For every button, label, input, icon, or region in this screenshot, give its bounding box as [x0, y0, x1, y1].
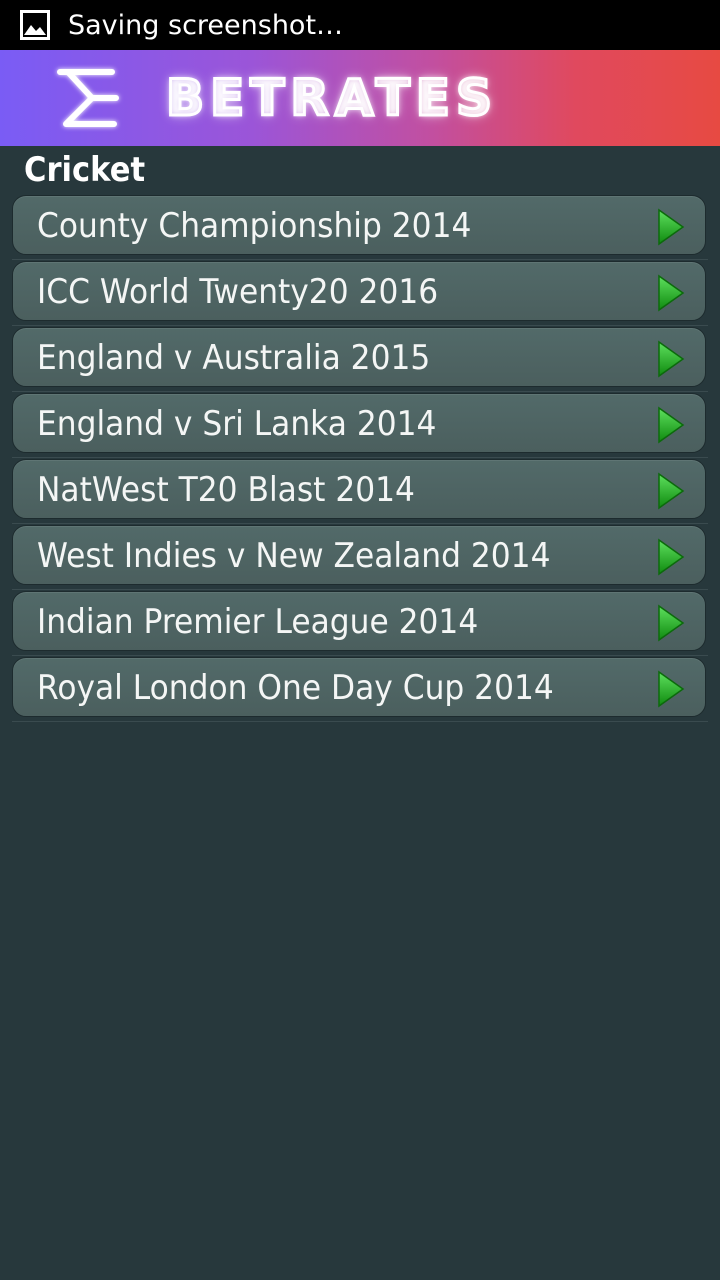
list-row: County Championship 2014	[12, 194, 708, 260]
app-title: BETRATES	[165, 69, 498, 127]
list-row: ICC World Twenty20 2016	[12, 260, 708, 326]
competition-item-county-championship[interactable]: County Championship 2014	[12, 195, 706, 255]
green-arrow-right-icon	[657, 670, 685, 708]
competition-item-west-indies-v-new-zealand[interactable]: West Indies v New Zealand 2014	[12, 525, 706, 585]
competition-item-royal-london-one-day-cup[interactable]: Royal London One Day Cup 2014	[12, 657, 706, 717]
app-banner: BETRATES	[0, 50, 720, 146]
competition-item-indian-premier-league[interactable]: Indian Premier League 2014	[12, 591, 706, 651]
green-arrow-right-icon	[657, 472, 685, 510]
list-row: Royal London One Day Cup 2014	[12, 656, 708, 722]
competition-item-england-v-sri-lanka[interactable]: England v Sri Lanka 2014	[12, 393, 706, 453]
competition-label: County Championship 2014	[37, 206, 472, 246]
competition-item-natwest-t20-blast[interactable]: NatWest T20 Blast 2014	[12, 459, 706, 519]
green-arrow-right-icon	[657, 406, 685, 444]
green-arrow-right-icon	[657, 538, 685, 576]
image-icon	[20, 10, 50, 40]
list-row: England v Sri Lanka 2014	[12, 392, 708, 458]
green-arrow-right-icon	[657, 208, 685, 246]
competition-label: NatWest T20 Blast 2014	[37, 470, 415, 510]
competition-label: Royal London One Day Cup 2014	[37, 668, 554, 708]
list-row: NatWest T20 Blast 2014	[12, 458, 708, 524]
competition-label: ICC World Twenty20 2016	[37, 272, 439, 312]
section-title: Cricket	[24, 150, 146, 190]
competition-item-icc-world-twenty20[interactable]: ICC World Twenty20 2016	[12, 261, 706, 321]
green-arrow-right-icon	[657, 340, 685, 378]
status-text: Saving screenshot…	[68, 9, 344, 41]
competition-label: England v Australia 2015	[37, 338, 431, 378]
green-arrow-right-icon	[657, 604, 685, 642]
list-row: West Indies v New Zealand 2014	[12, 524, 708, 590]
list-row: England v Australia 2015	[12, 326, 708, 392]
competition-list: County Championship 2014 ICC World Twent…	[12, 194, 708, 722]
competition-label: West Indies v New Zealand 2014	[37, 536, 551, 576]
list-row: Indian Premier League 2014	[12, 590, 708, 656]
competition-label: Indian Premier League 2014	[37, 602, 479, 642]
competition-item-england-v-australia[interactable]: England v Australia 2015	[12, 327, 706, 387]
green-arrow-right-icon	[657, 274, 685, 312]
status-bar: Saving screenshot…	[0, 0, 720, 50]
betrates-logo-icon	[52, 64, 124, 132]
competition-label: England v Sri Lanka 2014	[37, 404, 437, 444]
